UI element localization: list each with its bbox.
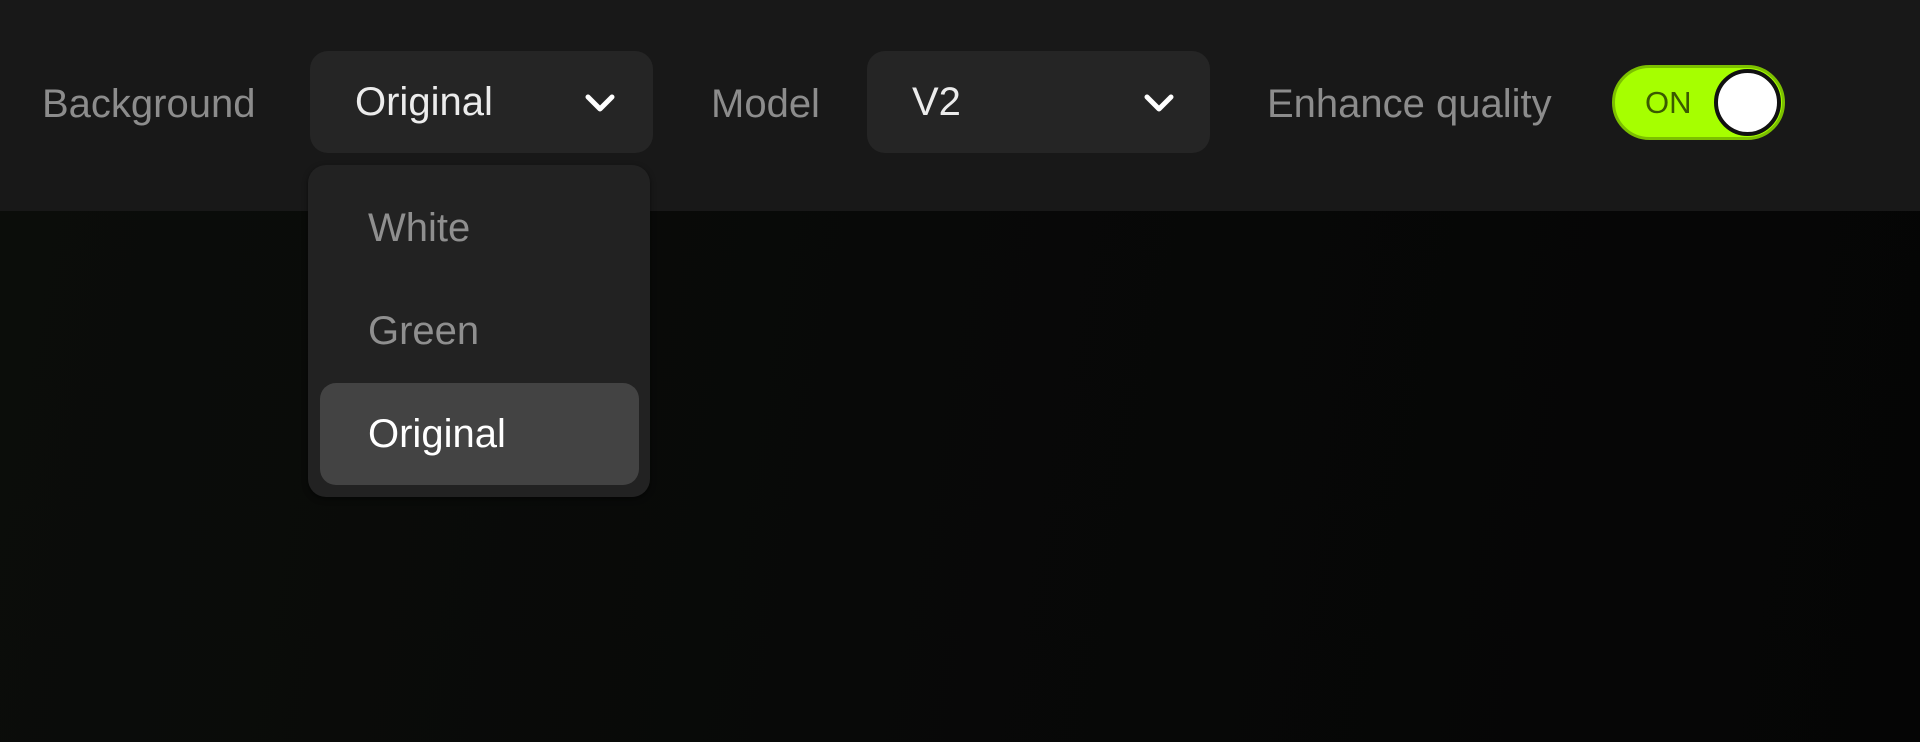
- option-label: Green: [368, 309, 480, 353]
- background-label: Background: [42, 82, 256, 126]
- background-option-white[interactable]: White: [320, 177, 639, 279]
- background-select[interactable]: Original: [310, 51, 653, 153]
- model-select-value: V2: [912, 80, 961, 124]
- app-page: Background Original Model V2 Enhance qua…: [0, 0, 1920, 742]
- enhance-quality-toggle[interactable]: ON: [1612, 65, 1785, 140]
- background-dropdown-menu: White Green Original: [308, 165, 650, 497]
- model-select[interactable]: V2: [867, 51, 1210, 153]
- toggle-state-text: ON: [1645, 85, 1692, 120]
- image-canvas: [0, 211, 1920, 742]
- model-label: Model: [711, 82, 820, 126]
- chevron-down-icon: [585, 94, 615, 112]
- chevron-down-icon: [1144, 94, 1174, 112]
- toolbar: Background Original Model V2 Enhance qua…: [0, 0, 1920, 211]
- background-option-original[interactable]: Original: [320, 383, 639, 485]
- background-select-value: Original: [355, 80, 493, 124]
- option-label: White: [368, 206, 471, 250]
- toggle-knob: [1714, 69, 1781, 136]
- enhance-quality-label: Enhance quality: [1267, 82, 1552, 126]
- option-label: Original: [368, 412, 506, 456]
- background-option-green[interactable]: Green: [320, 280, 639, 382]
